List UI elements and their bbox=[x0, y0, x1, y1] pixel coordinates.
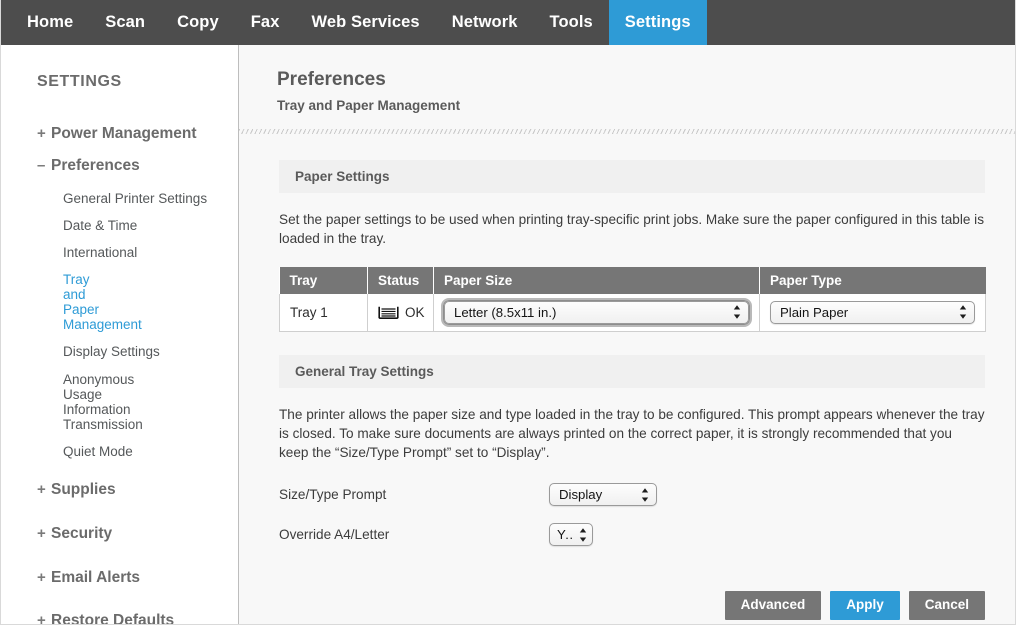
override-a4-letter-row: Override A4/Letter Yes bbox=[279, 523, 985, 547]
sidebar-group-preferences[interactable]: – Preferences bbox=[1, 157, 238, 175]
nav-item-label: Home bbox=[27, 13, 74, 31]
sidebar-item-date-and-time[interactable]: Date & Time bbox=[1, 218, 238, 233]
settings-content-area: Preferences Tray and Paper Management Pa… bbox=[239, 45, 1015, 624]
table-row: Tray 1 OK Letter (8.5x11 in.) Plain Pape… bbox=[279, 293, 986, 332]
sidebar-group-security[interactable]: + Security bbox=[1, 525, 238, 543]
header-divider bbox=[239, 129, 1015, 134]
override-a4-letter-select[interactable]: Yes bbox=[549, 523, 593, 547]
paper-type-select-value: Plain Paper bbox=[780, 304, 849, 320]
chevron-updown-icon bbox=[959, 305, 967, 319]
settings-sidebar: SETTINGS + Power Management – Preference… bbox=[1, 45, 239, 624]
size-type-prompt-select[interactable]: Display bbox=[549, 483, 657, 507]
override-a4-letter-value: Yes bbox=[557, 527, 574, 543]
advanced-button[interactable]: Advanced bbox=[724, 591, 822, 621]
nav-item-label: Settings bbox=[624, 13, 691, 31]
chevron-updown-icon bbox=[579, 528, 587, 542]
cell-paper-size: Letter (8.5x11 in.) bbox=[433, 293, 760, 332]
nav-item-home[interactable]: Home bbox=[11, 0, 89, 45]
sidebar-item-quiet-mode[interactable]: Quiet Mode bbox=[1, 444, 238, 459]
chevron-updown-icon bbox=[641, 488, 649, 502]
nav-item-settings[interactable]: Settings bbox=[608, 0, 707, 45]
size-type-prompt-row: Size/Type Prompt Display bbox=[279, 483, 985, 507]
expand-plus-icon: + bbox=[37, 612, 46, 625]
paper-tray-icon bbox=[378, 306, 399, 319]
sidebar-group-label: Power Management bbox=[51, 125, 197, 142]
page-body: SETTINGS + Power Management – Preference… bbox=[1, 45, 1015, 624]
nav-item-label: Web Services bbox=[311, 13, 420, 31]
sidebar-group-label: Email Alerts bbox=[51, 568, 141, 586]
nav-item-web-services[interactable]: Web Services bbox=[295, 0, 435, 45]
general-tray-settings-section-header: General Tray Settings bbox=[279, 354, 985, 388]
paper-type-select[interactable]: Plain Paper bbox=[770, 300, 975, 324]
nav-item-label: Copy bbox=[177, 13, 219, 31]
chevron-updown-icon bbox=[733, 305, 741, 319]
nav-item-label: Fax bbox=[250, 13, 280, 31]
sidebar-item-display-settings[interactable]: Display Settings bbox=[1, 344, 238, 359]
sidebar-group-label: Preferences bbox=[51, 156, 140, 174]
sidebar-group-supplies[interactable]: + Supplies bbox=[1, 481, 238, 499]
column-header-tray: Tray bbox=[279, 266, 368, 294]
sidebar-group-restore-defaults[interactable]: + Restore Defaults bbox=[1, 612, 238, 625]
sidebar-group-label: Security bbox=[51, 524, 113, 542]
paper-size-select[interactable]: Letter (8.5x11 in.) bbox=[441, 297, 752, 327]
nav-item-label: Scan bbox=[105, 13, 146, 31]
paper-settings-section-header: Paper Settings bbox=[279, 160, 985, 193]
expand-plus-icon: + bbox=[37, 524, 46, 542]
sidebar-heading: SETTINGS bbox=[37, 73, 122, 90]
nav-item-copy[interactable]: Copy bbox=[161, 0, 235, 45]
paper-size-select-value: Letter (8.5x11 in.) bbox=[454, 304, 557, 320]
nav-item-network[interactable]: Network bbox=[436, 0, 534, 45]
collapse-minus-icon: – bbox=[37, 156, 46, 174]
column-header-paper-type: Paper Type bbox=[759, 266, 986, 294]
expand-plus-icon: + bbox=[37, 125, 46, 142]
nav-item-tools[interactable]: Tools bbox=[534, 0, 609, 45]
table-header-row: Tray Status Paper Size Paper Type bbox=[279, 266, 986, 294]
paper-settings-description: Set the paper settings to be used when p… bbox=[279, 212, 985, 247]
nav-item-label: Network bbox=[451, 13, 518, 31]
expand-plus-icon: + bbox=[37, 481, 46, 499]
sidebar-item-anonymous-usage-information-transmission[interactable]: Anonymous Usage Information Transmission bbox=[1, 372, 153, 432]
nav-item-label: Tools bbox=[549, 13, 593, 31]
cell-tray-status: OK bbox=[367, 293, 434, 332]
nav-item-fax[interactable]: Fax bbox=[235, 0, 296, 45]
main-navigation-bar: Home Scan Copy Fax Web Services Network … bbox=[1, 0, 1015, 45]
sidebar-item-tray-and-paper-management[interactable]: Tray and Paper Management bbox=[1, 272, 142, 332]
column-header-status: Status bbox=[367, 266, 434, 294]
sidebar-group-email-alerts[interactable]: + Email Alerts bbox=[1, 569, 238, 587]
sidebar-item-general-printer-settings[interactable]: General Printer Settings bbox=[1, 191, 238, 206]
size-type-prompt-label: Size/Type Prompt bbox=[279, 487, 387, 503]
sidebar-group-label: Restore Defaults bbox=[51, 612, 175, 625]
tray-paper-table: Tray Status Paper Size Paper Type Tray 1 bbox=[279, 266, 986, 332]
sidebar-group-power-management[interactable]: + Power Management bbox=[1, 125, 238, 143]
sidebar-item-international[interactable]: International bbox=[1, 245, 238, 260]
expand-plus-icon: + bbox=[37, 568, 46, 586]
override-a4-letter-label: Override A4/Letter bbox=[279, 527, 390, 543]
size-type-prompt-value: Display bbox=[559, 487, 603, 503]
column-header-paper-size: Paper Size bbox=[433, 266, 760, 294]
sidebar-preferences-children: General Printer Settings Date & Time Int… bbox=[1, 191, 238, 459]
general-tray-settings-description: The printer allows the paper size and ty… bbox=[279, 406, 985, 461]
page-subtitle: Tray and Paper Management bbox=[277, 98, 461, 113]
nav-item-scan[interactable]: Scan bbox=[89, 0, 161, 45]
cancel-button[interactable]: Cancel bbox=[908, 591, 985, 621]
printer-ews-page: Home Scan Copy Fax Web Services Network … bbox=[0, 0, 1016, 625]
cell-paper-type: Plain Paper bbox=[759, 293, 986, 332]
content-inner: Paper Settings Set the paper settings to… bbox=[279, 160, 986, 621]
page-title: Preferences bbox=[277, 69, 386, 90]
action-button-bar: Advanced Apply Cancel bbox=[279, 591, 985, 621]
apply-button[interactable]: Apply bbox=[830, 591, 900, 621]
status-text: OK bbox=[405, 304, 425, 320]
cell-tray-name: Tray 1 bbox=[279, 293, 368, 332]
status-wrapper: OK bbox=[378, 304, 425, 320]
sidebar-group-label: Supplies bbox=[51, 481, 116, 499]
